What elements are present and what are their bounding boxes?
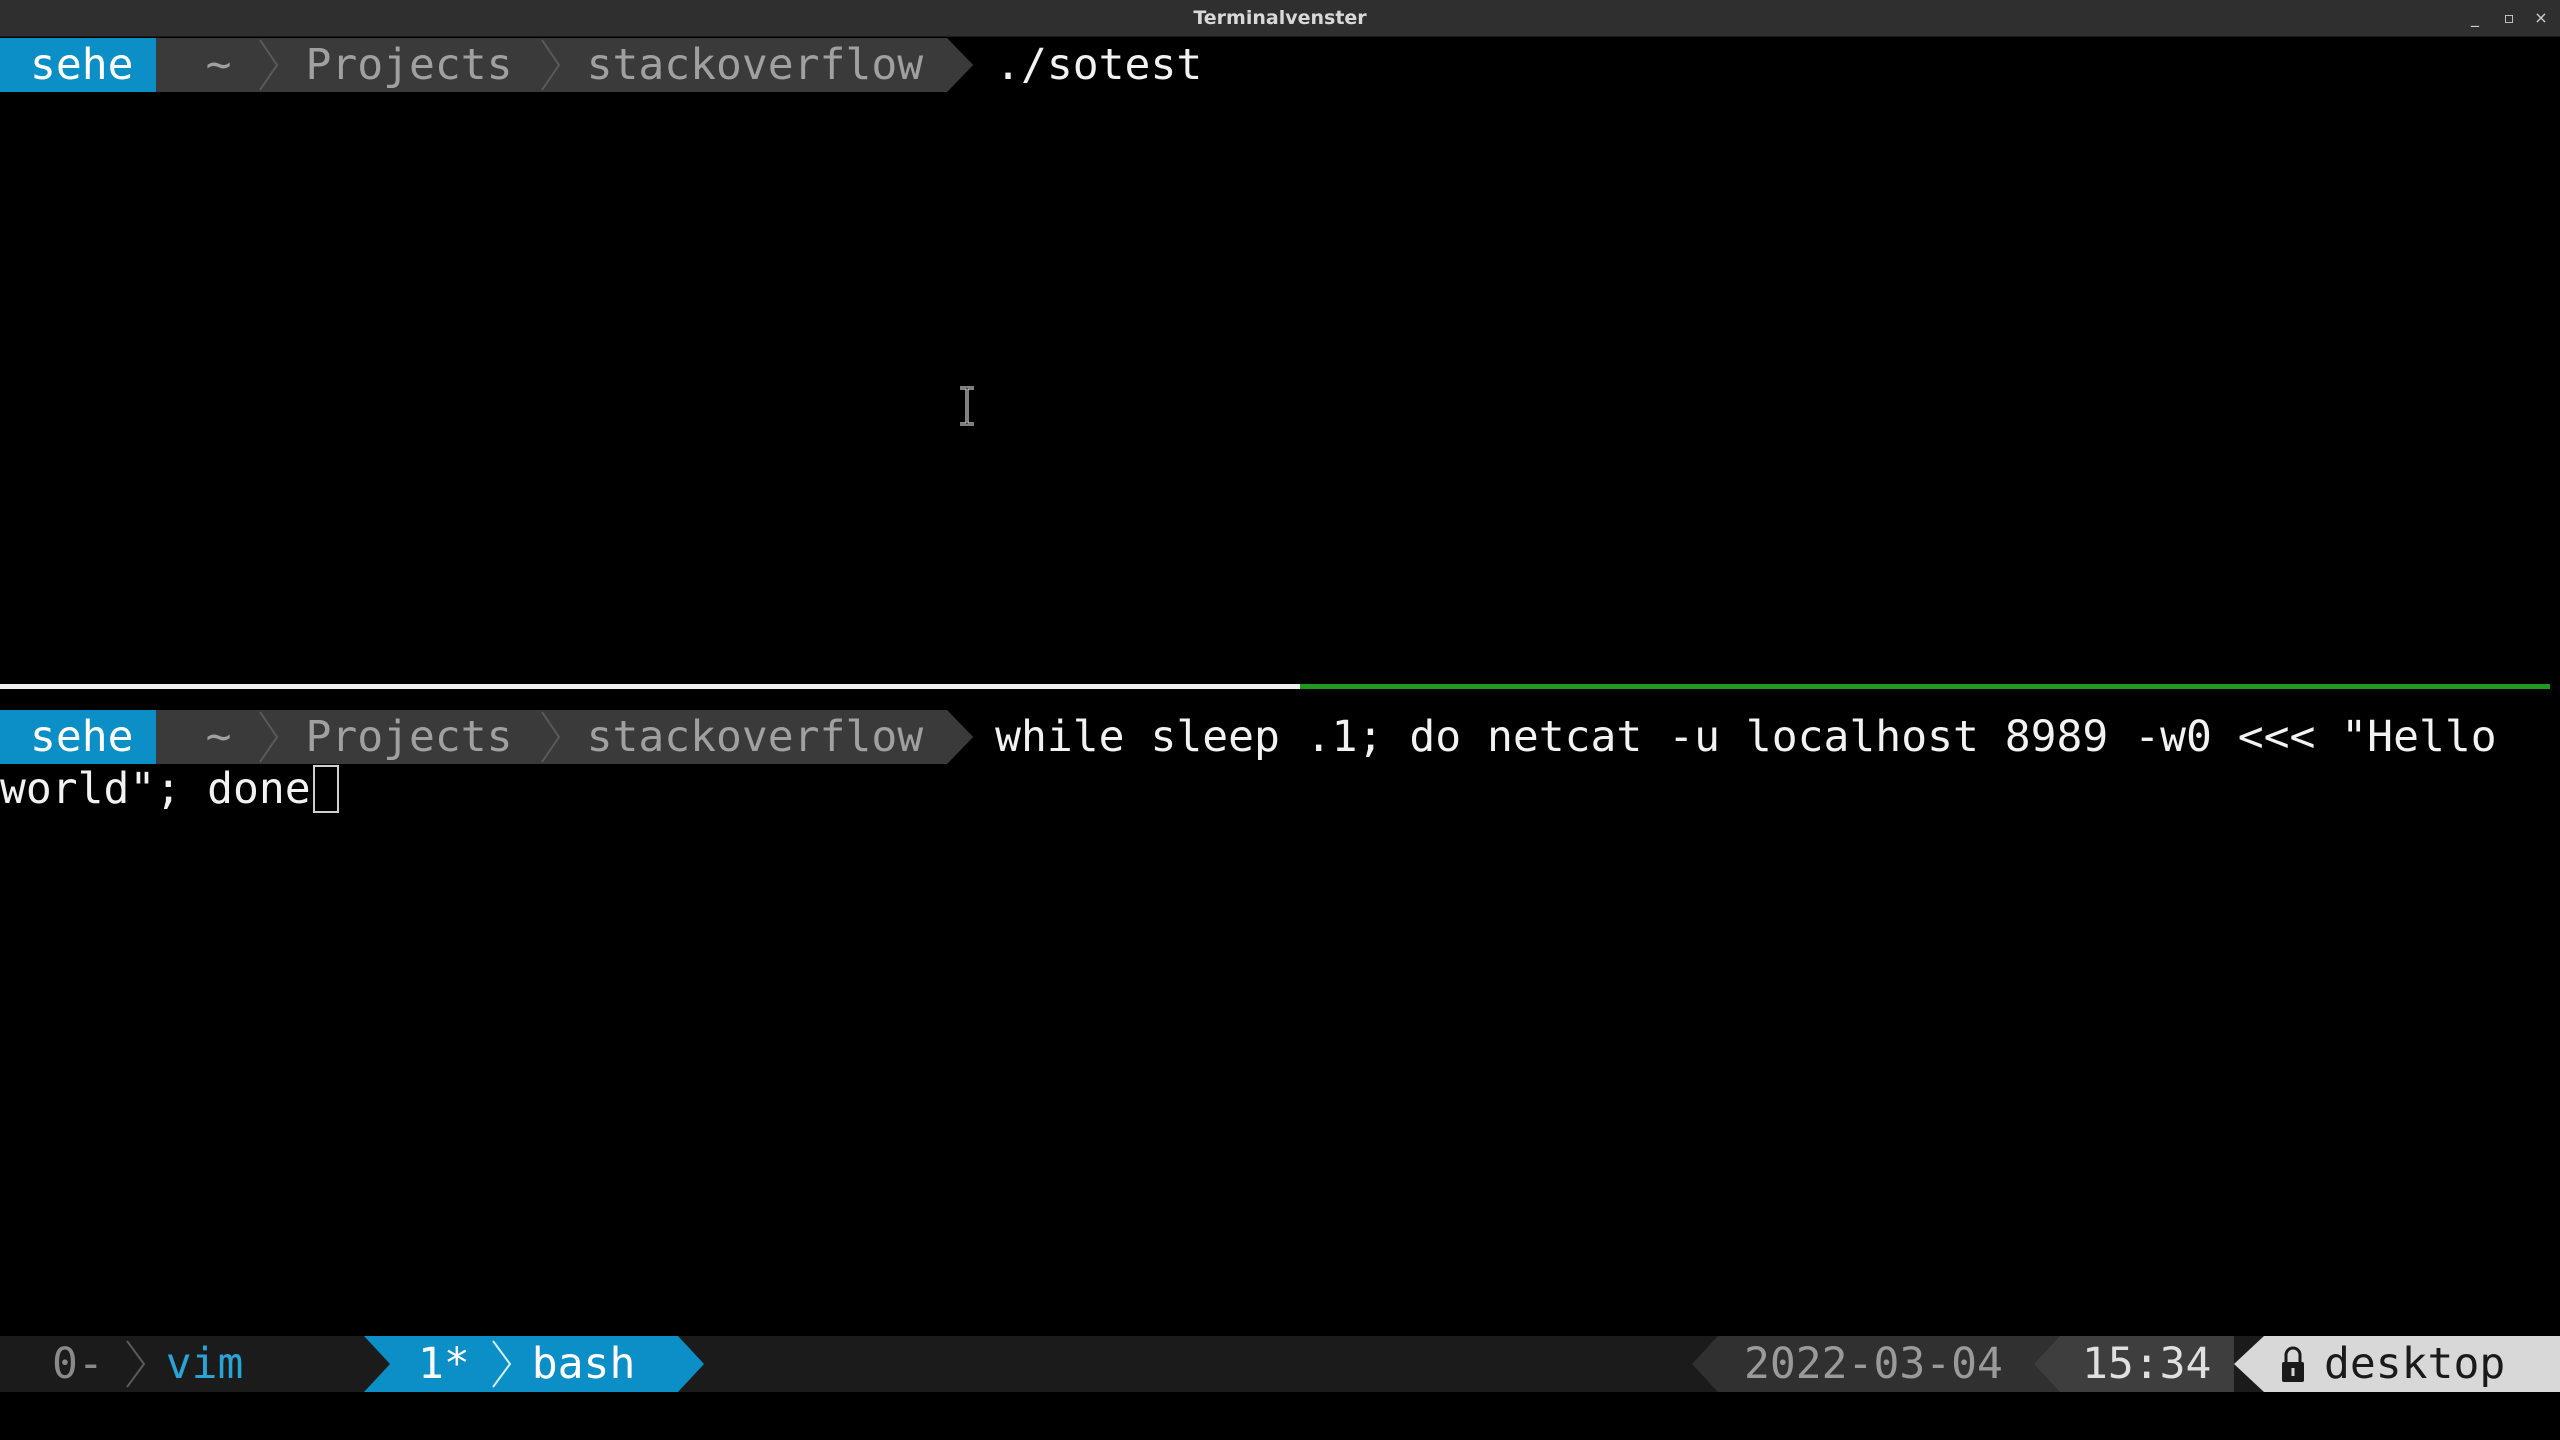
prompt-path-projects: Projects	[305, 40, 513, 90]
prompt-path-stackoverflow: stackoverflow	[586, 712, 924, 762]
pane-divider[interactable]	[0, 684, 1300, 689]
window-index: 0-	[52, 1339, 104, 1389]
prompt-user: sehe	[0, 710, 182, 764]
prompt-path-projects: Projects	[305, 712, 513, 762]
prompt-line: sehe ~ Projects stackoverflow ./sotest	[0, 38, 1202, 92]
prompt-path-home: ~	[205, 712, 232, 762]
ibeam-cursor-icon	[956, 386, 978, 430]
prompt-user: sehe	[0, 38, 182, 92]
prompt-line: sehe ~ Projects stackoverflow while slee…	[0, 710, 2497, 764]
chevron-right-icon	[124, 1337, 146, 1391]
command-text-line2-row[interactable]: world"; done	[0, 762, 339, 816]
window-name: vim	[165, 1339, 244, 1389]
host-text: desktop	[2324, 1339, 2506, 1389]
command-text: ./sotest	[995, 40, 1203, 90]
prompt-path: ~ Projects stackoverflow	[156, 38, 974, 92]
text-cursor	[312, 765, 339, 813]
minimize-button[interactable]: _	[2460, 0, 2490, 36]
window-title-bar[interactable]: Terminalvenster _ ▫ ×	[0, 0, 2560, 37]
chevron-right-icon	[537, 38, 563, 92]
terminal-pane-bottom[interactable]: sehe ~ Projects stackoverflow while slee…	[0, 710, 2560, 1330]
window-title: Terminalvenster	[1193, 7, 1367, 29]
active-pane-border[interactable]	[1300, 684, 2550, 689]
terminal-pane-top[interactable]: sehe ~ Projects stackoverflow ./sotest	[0, 38, 2560, 684]
prompt-path-home: ~	[205, 40, 232, 90]
command-text-line2: world"; done	[0, 764, 311, 814]
tmux-window-0[interactable]: 0- vim	[0, 1336, 243, 1392]
tmux-status-bar: 0- vim 1* bash 2022-03-04 15:34 desktop	[0, 1336, 2560, 1392]
status-host: desktop	[2234, 1336, 2560, 1392]
window-name: bash	[531, 1339, 636, 1389]
prompt-path-stackoverflow: stackoverflow	[586, 40, 924, 90]
window-index: 1*	[418, 1339, 470, 1389]
command-text-line1: while sleep .1; do netcat -u localhost 8…	[995, 712, 2497, 762]
chevron-right-icon	[490, 1337, 512, 1391]
prompt-path: ~ Projects stackoverflow	[156, 710, 974, 764]
chevron-right-icon	[537, 710, 563, 764]
date-text: 2022-03-04	[1744, 1339, 2003, 1389]
status-time: 15:34	[2034, 1336, 2234, 1392]
lock-icon	[2280, 1344, 2306, 1384]
chevron-right-icon	[255, 710, 281, 764]
maximize-button[interactable]: ▫	[2494, 0, 2524, 36]
time-text: 15:34	[2082, 1339, 2212, 1389]
close-button[interactable]: ×	[2526, 0, 2556, 36]
status-date: 2022-03-04	[1692, 1336, 2062, 1392]
chevron-right-icon	[255, 38, 281, 92]
tmux-window-1-active[interactable]: 1* bash	[364, 1336, 704, 1392]
